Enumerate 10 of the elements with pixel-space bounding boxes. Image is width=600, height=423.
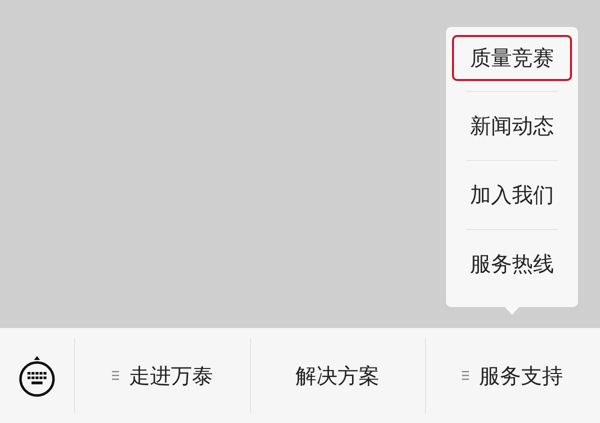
menu-item[interactable]: 服务热线 [452,241,572,287]
menu-tab[interactable]: 走进万泰 [75,328,250,423]
keyboard-icon[interactable] [17,354,57,398]
menu-item[interactable]: 加入我们 [452,172,572,218]
menu-tab[interactable]: 服务支持 [425,328,600,423]
menu-icon [462,371,469,380]
menu-tab[interactable]: 解决方案 [250,328,425,423]
menu-item[interactable]: 质量竞赛 [452,35,572,81]
menu-icon [112,371,119,380]
menu-item[interactable]: 新闻动态 [452,103,572,149]
